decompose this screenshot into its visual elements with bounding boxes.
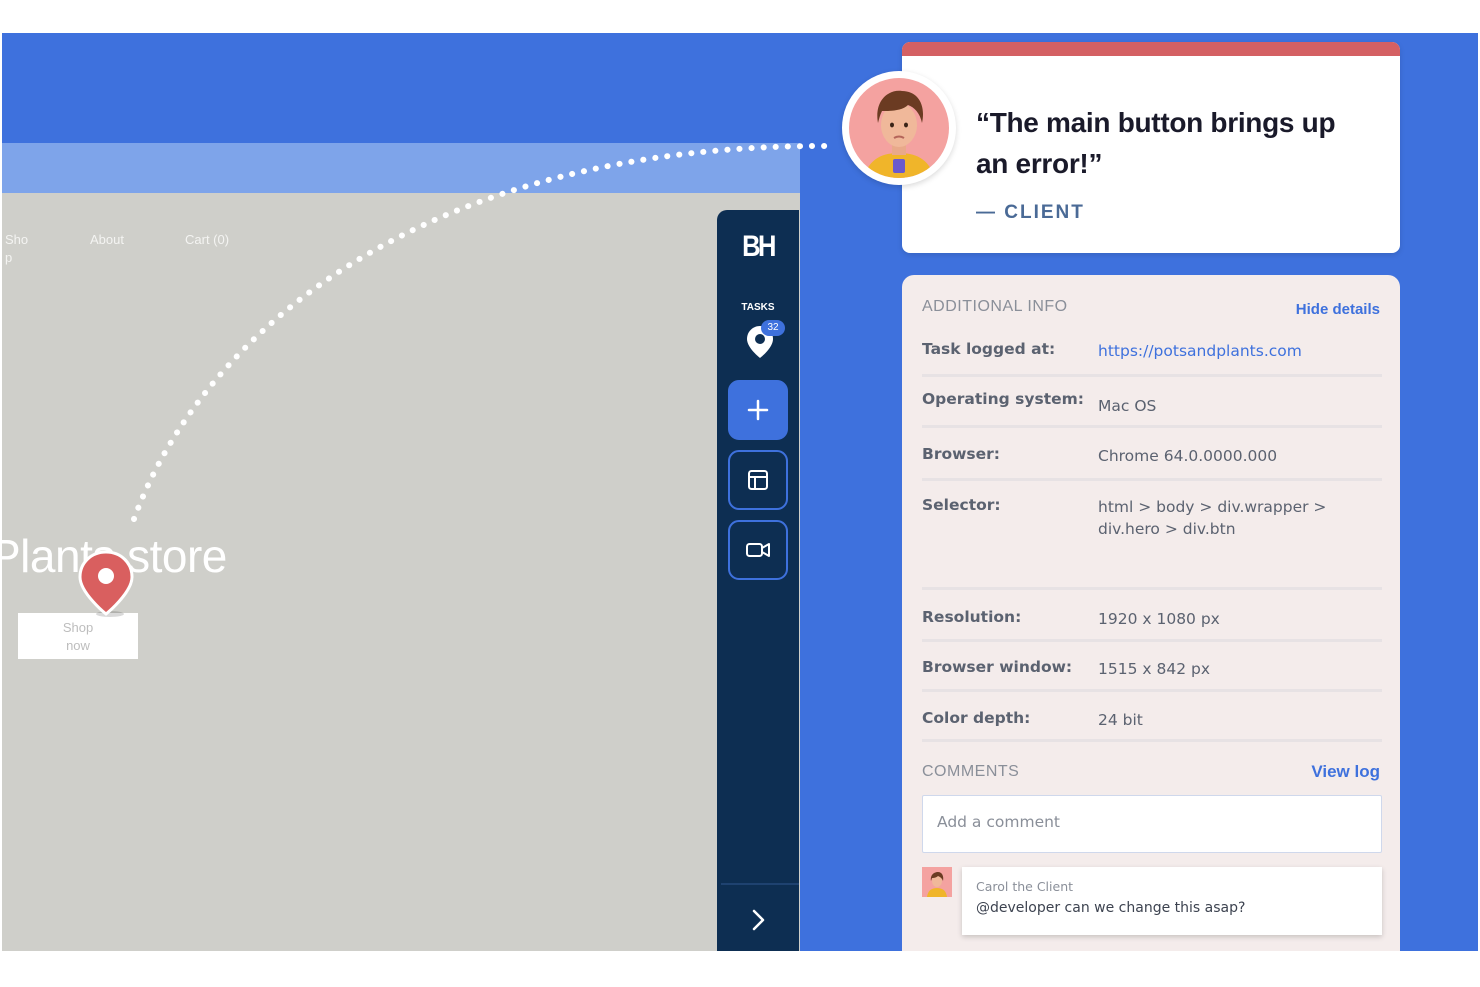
comment-input[interactable]: Add a comment [922, 795, 1382, 853]
row-divider [922, 374, 1382, 377]
chevron-right-icon[interactable] [743, 905, 773, 935]
view-log-link[interactable]: View log [1311, 762, 1380, 782]
tasks-label: TASKS [741, 302, 775, 313]
layout-icon [748, 470, 768, 490]
info-label: Selector: [922, 496, 1001, 514]
task-url-link[interactable]: https://potsandplants.com [1098, 340, 1368, 362]
row-divider [922, 425, 1382, 428]
client-quote-card: “The main button brings up an error!” — … [902, 42, 1400, 253]
additional-info-title: ADDITIONAL INFO [922, 298, 1068, 315]
commenter-avatar [922, 867, 952, 897]
comment-author: Carol the Client [976, 879, 1074, 894]
info-label: Task logged at: [922, 340, 1056, 358]
quote-text: “The main button brings up an error!” [976, 107, 1336, 179]
comment-item: Carol the Client @developer can we chang… [962, 867, 1382, 935]
sidebar-divider [721, 883, 799, 885]
alert-bar [902, 42, 1400, 56]
video-icon [746, 543, 770, 557]
info-label: Browser: [922, 445, 1001, 463]
add-task-button[interactable] [728, 380, 788, 440]
video-button[interactable] [728, 520, 788, 580]
stage: Sho p About Cart (0) Plants store Shop n… [2, 33, 1478, 951]
info-label: Operating system: [922, 390, 1084, 408]
info-value: html > body > div.wrapper > div.hero > d… [1098, 498, 1327, 538]
tasks-count-badge: 32 [761, 320, 785, 336]
info-label: Resolution: [922, 608, 1022, 626]
info-value: 24 bit [1098, 711, 1143, 729]
bh-sidebar: BH TASKS 32 [717, 210, 799, 951]
shop-now-button[interactable]: Shop now [18, 613, 138, 659]
info-label: Browser window: [922, 658, 1073, 676]
commenter-avatar-image [922, 867, 952, 897]
bh-logo: BH [742, 230, 776, 263]
info-value: 1515 x 842 px [1098, 660, 1210, 678]
row-divider [922, 478, 1382, 481]
feedback-pin-icon[interactable] [76, 548, 136, 618]
details-panel: ADDITIONAL INFO Hide details Task logged… [902, 275, 1400, 951]
nav-shop-link[interactable]: Sho p [5, 231, 35, 267]
row-divider [922, 639, 1382, 642]
client-avatar [842, 71, 956, 185]
client-avatar-image [849, 78, 949, 178]
layout-button[interactable] [728, 450, 788, 510]
comment-text: @developer can we change this asap? [976, 900, 1246, 916]
row-divider [922, 689, 1382, 692]
comments-title: COMMENTS [922, 763, 1020, 780]
website-preview: Sho p About Cart (0) Plants store Shop n… [2, 143, 800, 951]
info-value: Chrome 64.0.0000.000 [1098, 447, 1278, 465]
info-label: Color depth: [922, 709, 1031, 727]
nav-cart-link[interactable]: Cart (0) [185, 231, 229, 249]
nav-about-link[interactable]: About [90, 231, 124, 249]
quote-attribution: — CLIENT [976, 202, 1085, 223]
row-divider [922, 587, 1382, 590]
plus-icon [747, 399, 769, 421]
info-value: Mac OS [1098, 397, 1157, 415]
hide-details-link[interactable]: Hide details [1296, 301, 1380, 318]
browser-bar [2, 143, 800, 193]
info-value: 1920 x 1080 px [1098, 610, 1220, 628]
row-divider [922, 739, 1382, 742]
